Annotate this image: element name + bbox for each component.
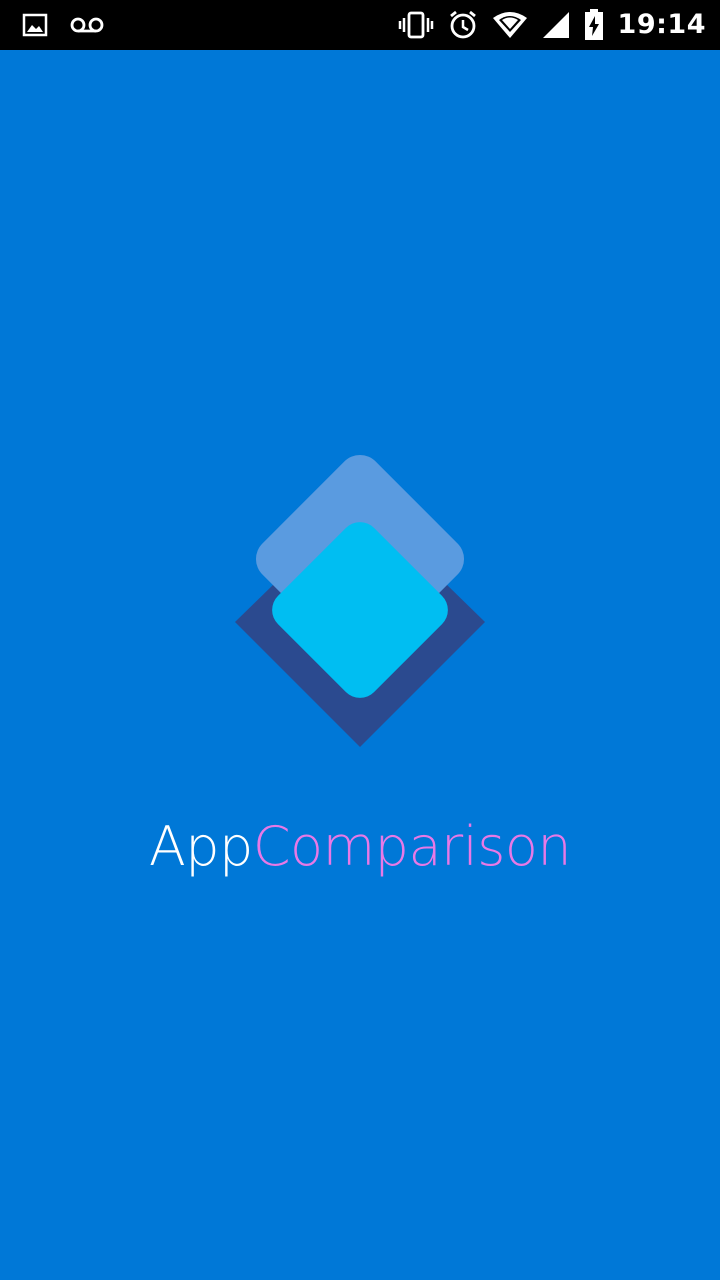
- voicemail-icon: [70, 16, 104, 34]
- wifi-icon: [492, 11, 528, 39]
- alarm-icon: [448, 10, 478, 40]
- app-title-part-1: App: [148, 815, 254, 878]
- status-bar: 19:14: [0, 0, 720, 50]
- app-title: AppComparison: [0, 812, 720, 882]
- signal-icon: [542, 10, 570, 40]
- battery-charging-icon: [584, 9, 604, 41]
- app-title-part-2: Comparison: [252, 815, 572, 878]
- clock-time: 19:14: [617, 9, 706, 40]
- app-logo: [230, 442, 490, 752]
- splash-screen: AppComparison: [0, 50, 720, 1280]
- vibrate-icon: [398, 10, 434, 40]
- system-icons: 19:14: [398, 8, 706, 42]
- notification-icons: [22, 10, 104, 40]
- image-icon: [22, 13, 48, 37]
